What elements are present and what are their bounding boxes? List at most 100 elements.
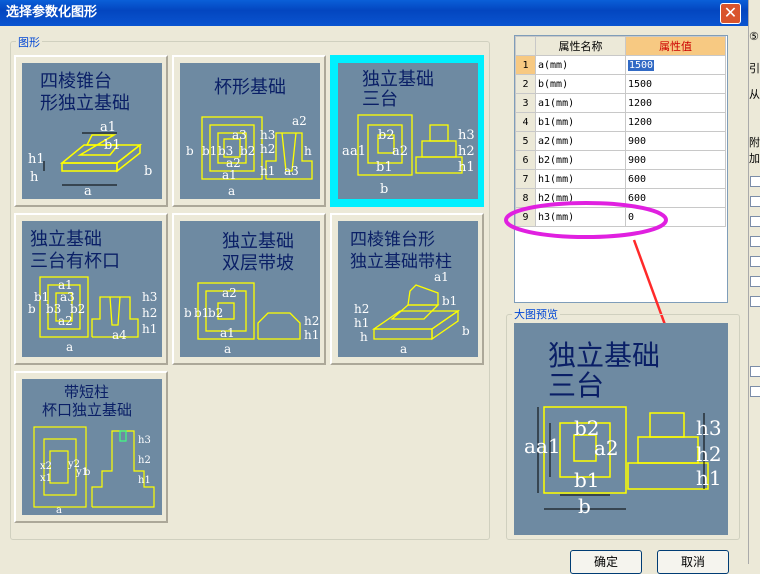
dim-label: b1 (574, 468, 600, 492)
dim-label: h (30, 170, 39, 185)
dim-label: b2 (378, 128, 395, 143)
dim-label: h2 (142, 306, 157, 320)
table-row[interactable]: 6 b2(mm) 900 (515, 150, 726, 170)
table-row[interactable]: 2 b(mm) 1500 (515, 74, 726, 94)
tile-cup-foundation-drawing: 杯形基础 a2 a3 b3 b2 b b1 a2 a1 h3 h2 h h1 a… (180, 63, 320, 199)
row-number: 2 (515, 74, 536, 94)
property-value-cell[interactable]: 1500 (625, 55, 726, 75)
dim-label: a3 (232, 128, 247, 142)
dim-label: h3 (142, 290, 157, 304)
strip-checkbox[interactable] (750, 276, 760, 287)
property-value-cell[interactable]: 1500 (625, 74, 726, 94)
dim-label: h2 (696, 442, 722, 466)
cancel-button[interactable]: 取消 (657, 550, 729, 574)
property-value-cell[interactable]: 900 (625, 131, 726, 151)
strip-checkbox[interactable] (750, 216, 760, 227)
strip-label-1: ⑤ (749, 30, 759, 43)
tile-three-step-cup-foundation[interactable]: 独立基础 三台有杯口 a1 b1 b b3 a3 b2 a2 a h3 h2 h… (14, 213, 168, 365)
dim-label: h1 (28, 152, 45, 167)
dim-label: a1 (100, 120, 116, 135)
corner-cell (515, 36, 536, 56)
property-name-cell: b2(mm) (535, 150, 626, 170)
dim-label: b (184, 306, 192, 320)
table-row[interactable]: 3 a1(mm) 1200 (515, 93, 726, 113)
strip-checkbox[interactable] (750, 256, 760, 267)
dim-label: a (228, 184, 235, 198)
dim-label: h1 (304, 328, 319, 342)
tile-title-line: 双层带坡 (222, 253, 294, 274)
title-bar: 选择参数化图形 (0, 0, 748, 26)
row-number: 4 (515, 112, 536, 132)
tile-short-column-cup-foundation[interactable]: 带短柱 杯口独立基础 x1 x2 y2 y1 b a h3 h2 h1 (14, 371, 168, 523)
property-name-cell: b(mm) (535, 74, 626, 94)
tile-title-line: 独立基础带柱 (350, 252, 452, 272)
tile-title-line: 四棱锥台形 (350, 230, 435, 250)
property-value-cell[interactable]: 1200 (625, 93, 726, 113)
preview-group-legend: 大图预览 (512, 306, 560, 322)
dim-label: h2 (458, 144, 475, 159)
tile-pyramid-foundation-with-column[interactable]: 四棱锥台形 独立基础带柱 a1 b1 h2 h1 h b a (330, 213, 484, 365)
dim-label: b1 (376, 160, 393, 175)
strip-checkbox[interactable] (750, 296, 760, 307)
tile-title-line: 四棱锥台 (40, 71, 112, 92)
dim-label: h2 (138, 455, 151, 466)
row-number: 3 (515, 93, 536, 113)
property-value-cell[interactable]: 900 (625, 150, 726, 170)
tile-pyramid-foundation-with-column-drawing: 四棱锥台形 独立基础带柱 a1 b1 h2 h1 h b a (338, 221, 478, 357)
strip-checkbox[interactable] (750, 176, 760, 187)
strip-checkbox[interactable] (750, 196, 760, 207)
dim-label: h3 (458, 128, 475, 143)
dim-label: a2 (392, 144, 408, 159)
dim-label: a1 (350, 144, 366, 159)
table-row[interactable]: 5 a2(mm) 900 (515, 131, 726, 151)
tile-double-slope-foundation[interactable]: 独立基础 双层带坡 a2 b b1 b2 a1 a h2 h1 (172, 213, 326, 365)
dim-label: b (144, 164, 152, 179)
dim-label: a2 (58, 314, 73, 328)
tile-short-column-cup-foundation-drawing: 带短柱 杯口独立基础 x1 x2 y2 y1 b a h3 h2 h1 (22, 379, 162, 515)
tile-title-line: 三台有杯口 (30, 251, 120, 272)
row-number: 1 (515, 55, 536, 75)
dim-label: x2 (40, 461, 52, 472)
dim-label: a (524, 434, 536, 458)
dim-label: a1 (434, 270, 449, 284)
tile-three-step-foundation[interactable]: 独立基础 三台 a a1 b2 a2 b1 b h3 h2 h1 (330, 55, 484, 207)
dim-label: b (380, 182, 388, 197)
dim-label: x1 (40, 473, 52, 484)
dim-label: h2 (260, 142, 275, 156)
dim-label: b (462, 324, 470, 338)
tile-pyramid-foundation-drawing: 四棱锥台 形独立基础 a1 b1 h1 h b a (22, 63, 162, 199)
row-number: 6 (515, 150, 536, 170)
close-button[interactable]: ✕ (720, 3, 741, 24)
tile-title-line: 三台 (362, 89, 398, 110)
strip-checkbox[interactable] (750, 366, 760, 377)
property-value-cell[interactable]: 1200 (625, 112, 726, 132)
property-value-cell[interactable]: 600 (625, 169, 726, 189)
highlight-ellipse (504, 201, 668, 239)
tile-pyramid-foundation[interactable]: 四棱锥台 形独立基础 a1 b1 h1 h b a (14, 55, 168, 207)
row-number: 7 (515, 169, 536, 189)
dim-label: h1 (138, 475, 151, 486)
dim-label: b2 (208, 306, 223, 320)
property-value-selected[interactable]: 1500 (628, 59, 655, 71)
strip-label-4: 附加 (749, 136, 760, 165)
table-row[interactable]: 7 h1(mm) 600 (515, 169, 726, 189)
dim-label: b (578, 494, 591, 518)
table-row[interactable]: 4 b1(mm) 1200 (515, 112, 726, 132)
dim-label: a1 (220, 326, 235, 340)
ok-button[interactable]: 确定 (570, 550, 642, 574)
strip-checkbox[interactable] (750, 386, 760, 397)
dim-label: b (28, 302, 36, 316)
table-row[interactable]: 1 a(mm) 1500 (515, 55, 726, 75)
tile-double-slope-foundation-drawing: 独立基础 双层带坡 a2 b b1 b2 a1 a h2 h1 (180, 221, 320, 357)
preview-title-line: 三台 (548, 369, 604, 402)
shapes-group-legend: 图形 (16, 34, 42, 50)
tile-cup-foundation[interactable]: 杯形基础 a2 a3 b3 b2 b b1 a2 a1 h3 h2 h h1 a… (172, 55, 326, 207)
preview-image: 独立基础 三台 a a1 b2 a2 b1 b h3 h2 h1 (514, 323, 728, 535)
dim-label: h3 (260, 128, 275, 142)
window-title: 选择参数化图形 (6, 5, 98, 20)
dim-label: a2 (594, 436, 619, 460)
dim-label: b (84, 467, 90, 478)
strip-checkbox[interactable] (750, 236, 760, 247)
tile-title-line: 杯口独立基础 (42, 401, 132, 419)
dim-label: a4 (112, 328, 127, 342)
